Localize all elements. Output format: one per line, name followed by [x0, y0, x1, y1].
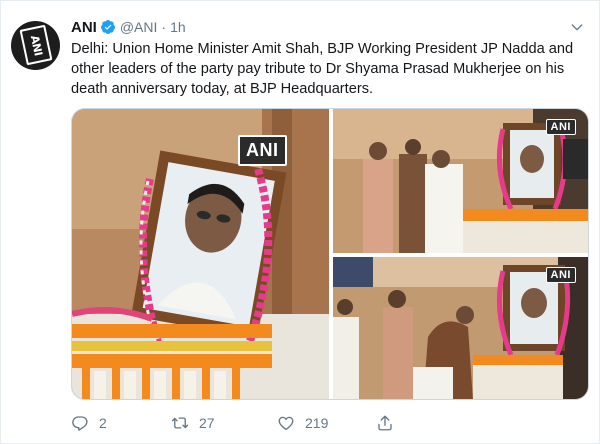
- display-name[interactable]: ANI: [71, 19, 97, 36]
- ani-watermark: ANI: [238, 135, 287, 166]
- heart-icon: [278, 416, 294, 431]
- verified-badge-icon: [100, 20, 115, 34]
- tweet-actions: 2 27 219: [71, 414, 591, 434]
- separator-dot: ·: [161, 19, 167, 35]
- like-button[interactable]: 219: [277, 414, 328, 432]
- tweet-header: ANI @ANI · 1h: [71, 17, 186, 37]
- reply-button[interactable]: 2: [71, 414, 107, 432]
- retweet-button[interactable]: 27: [171, 414, 215, 432]
- avatar-logo-text: ANI: [27, 33, 45, 57]
- like-count: 219: [305, 415, 329, 431]
- user-handle[interactable]: @ANI: [120, 19, 158, 35]
- avatar[interactable]: ANI: [11, 21, 60, 70]
- chevron-down-icon[interactable]: [569, 19, 585, 35]
- tweet-card[interactable]: ANI ANI @ANI · 1h Delhi: Union Home Mini…: [0, 0, 600, 444]
- ani-watermark: ANI: [545, 267, 576, 283]
- portrait-image: [72, 109, 329, 399]
- ani-watermark: ANI: [545, 119, 576, 135]
- reply-count: 2: [99, 415, 107, 431]
- reply-icon: [72, 416, 88, 431]
- photo-leaders-standing[interactable]: ANI: [333, 109, 588, 253]
- ani-logo: ANI: [19, 24, 53, 66]
- photo-leader-bowing[interactable]: ANI: [333, 257, 588, 399]
- media-grid: ANI ANI ANI: [71, 108, 589, 400]
- retweet-icon: [171, 417, 189, 429]
- retweet-count: 27: [199, 415, 215, 431]
- timestamp[interactable]: 1h: [170, 19, 186, 35]
- tweet-text: Delhi: Union Home Minister Amit Shah, BJ…: [71, 41, 574, 97]
- photo-portrait-tribute[interactable]: ANI: [72, 109, 329, 399]
- share-icon: [378, 415, 392, 431]
- share-button[interactable]: [376, 414, 404, 432]
